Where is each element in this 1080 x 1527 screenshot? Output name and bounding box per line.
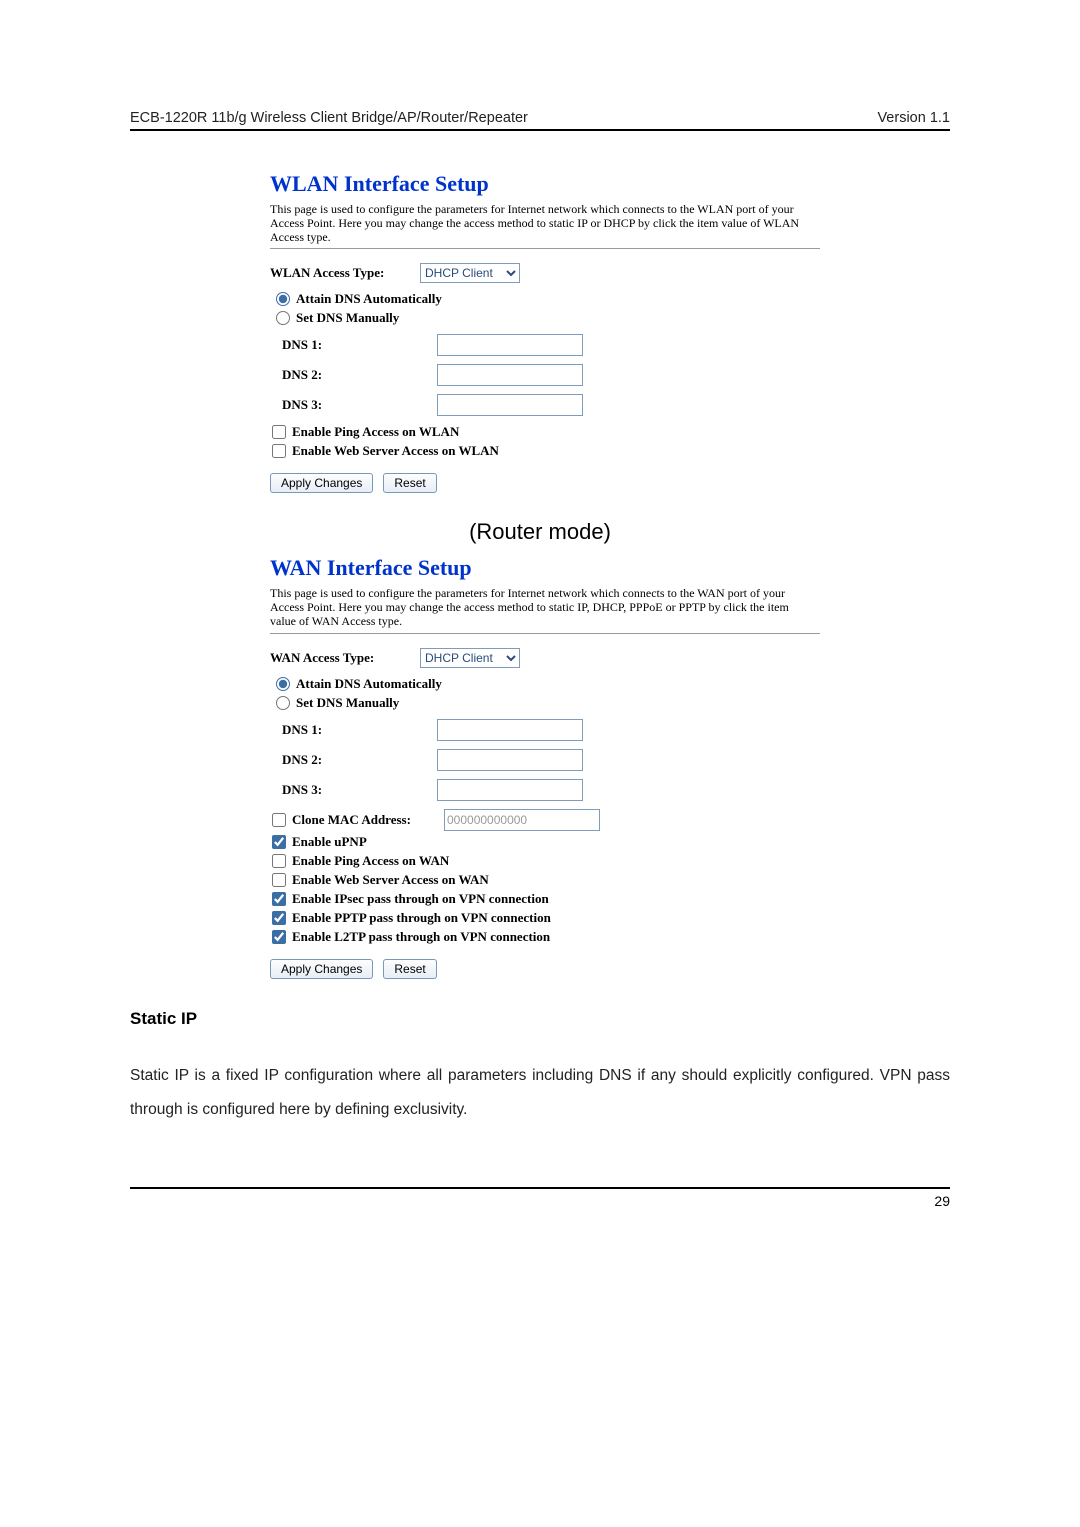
- wlan-dns1-input[interactable]: [437, 334, 583, 356]
- wlan-dns-manual-radio[interactable]: [276, 311, 290, 325]
- wan-dns2-row: DNS 2:: [270, 749, 890, 771]
- wan-dns1-input[interactable]: [437, 719, 583, 741]
- wan-dns1-row: DNS 1:: [270, 719, 890, 741]
- wlan-button-row: Apply Changes Reset: [270, 473, 890, 493]
- wan-reset-button[interactable]: Reset: [383, 959, 436, 979]
- wlan-dns3-label: DNS 3:: [270, 397, 437, 413]
- wlan-ping-row[interactable]: Enable Ping Access on WLAN: [272, 424, 890, 440]
- wan-clone-input[interactable]: [444, 809, 600, 831]
- wan-apply-button[interactable]: Apply Changes: [270, 959, 373, 979]
- wan-dns-auto-label: Attain DNS Automatically: [296, 676, 442, 692]
- wan-pptp-checkbox[interactable]: [272, 911, 286, 925]
- wan-upnp-checkbox[interactable]: [272, 835, 286, 849]
- wlan-dns2-row: DNS 2:: [270, 364, 890, 386]
- wan-dns3-label: DNS 3:: [270, 782, 437, 798]
- wlan-dns1-label: DNS 1:: [270, 337, 437, 353]
- document-page: ECB-1220R 11b/g Wireless Client Bridge/A…: [0, 0, 1080, 1269]
- wan-screenshot: WAN Interface Setup This page is used to…: [270, 555, 890, 978]
- wlan-dns2-input[interactable]: [437, 364, 583, 386]
- wlan-apply-button[interactable]: Apply Changes: [270, 473, 373, 493]
- wan-l2tp-checkbox[interactable]: [272, 930, 286, 944]
- header-rule: [130, 129, 950, 131]
- wan-l2tp-label: Enable L2TP pass through on VPN connecti…: [292, 929, 550, 945]
- wan-dns1-label: DNS 1:: [270, 722, 437, 738]
- wan-dns-manual-row[interactable]: Set DNS Manually: [276, 695, 890, 711]
- wlan-dns1-row: DNS 1:: [270, 334, 890, 356]
- wlan-access-label: WLAN Access Type:: [270, 265, 420, 281]
- wan-desc: This page is used to configure the param…: [270, 587, 810, 628]
- wan-divider: [270, 633, 820, 634]
- page-number: 29: [934, 1193, 950, 1209]
- wan-l2tp-row[interactable]: Enable L2TP pass through on VPN connecti…: [272, 929, 890, 945]
- mode-caption: (Router mode): [130, 519, 950, 545]
- wan-dns-auto-radio[interactable]: [276, 677, 290, 691]
- header-right-text: Version 1.1: [877, 110, 950, 126]
- wlan-dns-auto-row[interactable]: Attain DNS Automatically: [276, 291, 890, 307]
- wan-dns-manual-radio[interactable]: [276, 696, 290, 710]
- wan-web-row[interactable]: Enable Web Server Access on WAN: [272, 872, 890, 888]
- wlan-access-row: WLAN Access Type: DHCP Client: [270, 263, 890, 283]
- wan-clone-label: Clone MAC Address:: [292, 812, 440, 828]
- wlan-dns-manual-row[interactable]: Set DNS Manually: [276, 310, 890, 326]
- wan-ipsec-row[interactable]: Enable IPsec pass through on VPN connect…: [272, 891, 890, 907]
- wan-form: WAN Access Type: DHCP Client Attain DNS …: [270, 648, 890, 979]
- wan-clone-checkbox[interactable]: [272, 813, 286, 827]
- wan-access-row: WAN Access Type: DHCP Client: [270, 648, 890, 668]
- wan-ping-row[interactable]: Enable Ping Access on WAN: [272, 853, 890, 869]
- wan-title: WAN Interface Setup: [270, 555, 890, 581]
- wan-dns2-label: DNS 2:: [270, 752, 437, 768]
- wlan-screenshot: WLAN Interface Setup This page is used t…: [270, 171, 890, 493]
- wlan-web-checkbox[interactable]: [272, 444, 286, 458]
- wan-dns3-input[interactable]: [437, 779, 583, 801]
- wan-access-select[interactable]: DHCP Client: [420, 648, 520, 668]
- static-ip-heading: Static IP: [130, 1009, 950, 1029]
- wan-dns-manual-label: Set DNS Manually: [296, 695, 399, 711]
- static-ip-paragraph: Static IP is a fixed IP configuration wh…: [130, 1059, 950, 1127]
- wlan-reset-button[interactable]: Reset: [383, 473, 436, 493]
- wan-dns3-row: DNS 3:: [270, 779, 890, 801]
- wan-ping-label: Enable Ping Access on WAN: [292, 853, 449, 869]
- wan-ping-checkbox[interactable]: [272, 854, 286, 868]
- wan-access-label: WAN Access Type:: [270, 650, 420, 666]
- wan-dns-auto-row[interactable]: Attain DNS Automatically: [276, 676, 890, 692]
- wlan-dns-auto-radio[interactable]: [276, 292, 290, 306]
- wan-pptp-label: Enable PPTP pass through on VPN connecti…: [292, 910, 551, 926]
- wan-upnp-label: Enable uPNP: [292, 834, 367, 850]
- wan-ipsec-checkbox[interactable]: [272, 892, 286, 906]
- wan-upnp-row[interactable]: Enable uPNP: [272, 834, 890, 850]
- wlan-dns-manual-label: Set DNS Manually: [296, 310, 399, 326]
- wlan-web-label: Enable Web Server Access on WLAN: [292, 443, 499, 459]
- wan-button-row: Apply Changes Reset: [270, 959, 890, 979]
- wlan-desc: This page is used to configure the param…: [270, 203, 810, 244]
- wan-dns2-input[interactable]: [437, 749, 583, 771]
- wan-ipsec-label: Enable IPsec pass through on VPN connect…: [292, 891, 549, 907]
- wlan-dns2-label: DNS 2:: [270, 367, 437, 383]
- wlan-divider: [270, 248, 820, 249]
- wan-pptp-row[interactable]: Enable PPTP pass through on VPN connecti…: [272, 910, 890, 926]
- wlan-form: WLAN Access Type: DHCP Client Attain DNS…: [270, 263, 890, 493]
- page-header: ECB-1220R 11b/g Wireless Client Bridge/A…: [130, 110, 950, 129]
- wlan-ping-checkbox[interactable]: [272, 425, 286, 439]
- header-left-text: ECB-1220R 11b/g Wireless Client Bridge/A…: [130, 110, 528, 126]
- wlan-dns3-row: DNS 3:: [270, 394, 890, 416]
- wan-clone-row[interactable]: Clone MAC Address:: [272, 809, 890, 831]
- wlan-ping-label: Enable Ping Access on WLAN: [292, 424, 459, 440]
- wlan-web-row[interactable]: Enable Web Server Access on WLAN: [272, 443, 890, 459]
- wlan-access-select[interactable]: DHCP Client: [420, 263, 520, 283]
- wlan-title: WLAN Interface Setup: [270, 171, 890, 197]
- wlan-dns3-input[interactable]: [437, 394, 583, 416]
- wan-web-checkbox[interactable]: [272, 873, 286, 887]
- wan-web-label: Enable Web Server Access on WAN: [292, 872, 489, 888]
- wlan-dns-auto-label: Attain DNS Automatically: [296, 291, 442, 307]
- page-footer: 29: [130, 1187, 950, 1209]
